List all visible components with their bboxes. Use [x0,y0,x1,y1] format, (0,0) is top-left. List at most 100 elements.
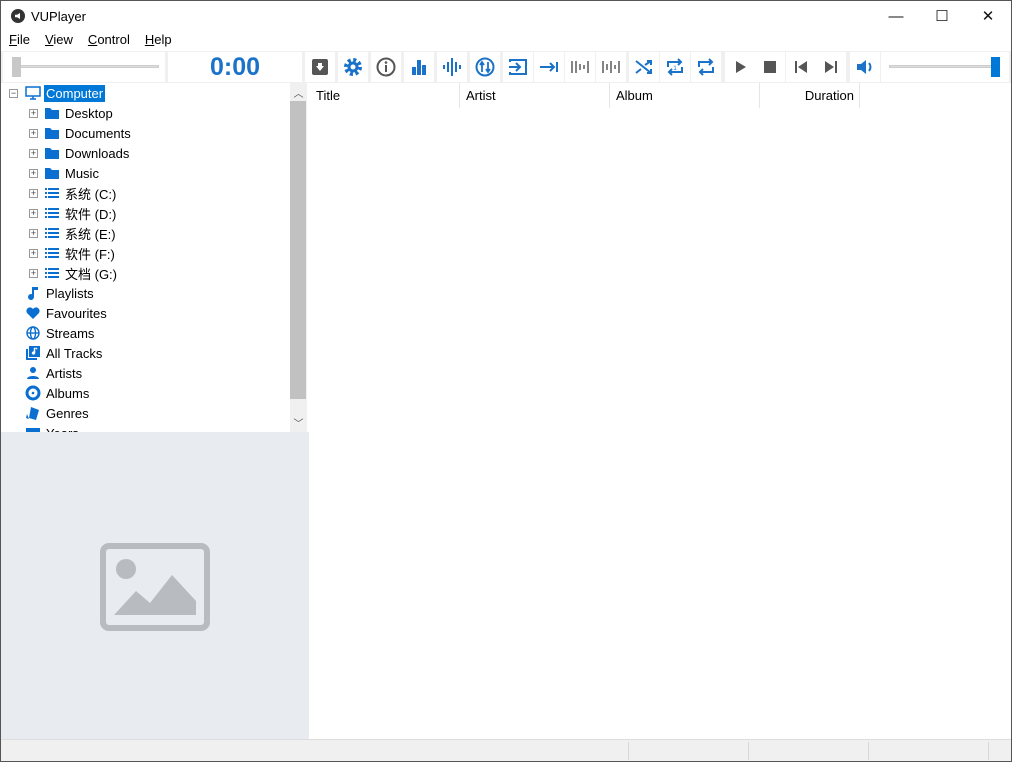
maximize-button[interactable]: ☐ [919,1,965,31]
scroll-up-icon[interactable]: ︿ [290,85,307,100]
expand-icon[interactable]: + [29,268,38,278]
follow-track-button[interactable] [534,52,564,82]
column-header-album[interactable]: Album [610,83,760,108]
tree-item-label: 文档 (G:) [65,266,117,282]
tree-item-playlists[interactable]: Playlists [1,283,291,303]
menu-control[interactable]: Control [80,32,137,51]
tree-scrollbar[interactable]: ︿ ﹀ [290,83,307,432]
output-button[interactable] [503,52,533,82]
seek-thumb[interactable] [12,57,21,77]
tree-item-label: 软件 (F:) [65,246,115,262]
minimize-button[interactable]: — [873,1,919,31]
archive-icon [312,59,328,75]
convert-icon [475,57,495,77]
menu-help[interactable]: Help [137,32,179,51]
repeat-one-button[interactable]: 1 [660,52,690,82]
playlist-view: Title Artist Album Duration [310,83,1011,739]
shuffle-button[interactable] [629,52,659,82]
info-button[interactable] [371,52,401,82]
repeat-all-button[interactable] [691,52,721,82]
tree-item-folder[interactable]: + 系统 (E:) [1,223,291,243]
close-button[interactable]: ✕ [965,1,1011,31]
skip-next-icon [825,61,837,73]
repeat-one-icon: 1 [667,58,683,76]
play-icon [736,61,746,73]
drive-icon [44,185,60,201]
settings-button[interactable] [338,52,368,82]
tree-item-label: Downloads [65,145,130,161]
expand-icon[interactable]: + [29,228,38,238]
expand-icon[interactable]: + [29,148,38,158]
tree-item-favourites[interactable]: Favourites [1,303,291,323]
expand-icon[interactable]: + [29,108,38,118]
status-bar [1,739,1011,761]
column-header-duration[interactable]: Duration [760,83,860,108]
vu-meter-stereo-icon [602,61,620,73]
app-icon [11,9,25,23]
convert-button[interactable] [470,52,500,82]
tree-item-years[interactable]: Years [1,423,291,432]
stop-button[interactable] [755,52,785,82]
scroll-down-icon[interactable]: ﹀ [290,415,307,430]
folder-icon [44,125,60,141]
tree-item-label: Genres [46,405,89,421]
title-bar: VUPlayer — ☐ ✕ [1,1,1011,31]
tree-item-folder[interactable]: + 软件 (F:) [1,243,291,263]
calendar-icon [25,425,41,432]
tree-item-folder[interactable]: + Documents [1,123,291,143]
column-header-artist[interactable]: Artist [460,83,610,108]
tree-item-folder[interactable]: + Music [1,163,291,183]
seek-bar[interactable] [3,52,165,82]
expand-icon[interactable]: + [29,188,38,198]
expand-icon[interactable]: + [29,208,38,218]
menu-file[interactable]: File [1,32,37,51]
tree-item-folder[interactable]: + 系统 (C:) [1,183,291,203]
tree-item-artists[interactable]: Artists [1,363,291,383]
input-icon [509,59,527,75]
tree-item-streams[interactable]: Streams [1,323,291,343]
tree-item-folder[interactable]: + Desktop [1,103,291,123]
skip-previous-icon [795,61,807,73]
collapse-icon[interactable]: − [9,88,18,98]
download-button[interactable] [305,52,335,82]
stop-icon [764,61,776,73]
vu-meter-stereo-button[interactable] [596,52,626,82]
drive-icon [44,245,60,261]
volume-thumb[interactable] [991,57,1000,77]
tree-item-all-tracks[interactable]: All Tracks [1,343,291,363]
waveform-button[interactable] [437,52,467,82]
tree-item-genres[interactable]: Genres [1,403,291,423]
tree-item-folder[interactable]: + Downloads [1,143,291,163]
equalizer-button[interactable] [404,52,434,82]
expand-icon[interactable]: + [29,168,38,178]
heart-icon [25,305,41,321]
expand-icon[interactable]: + [29,248,38,258]
menu-view[interactable]: View [37,32,80,51]
tree-item-computer[interactable]: − Computer [1,83,291,103]
tree-item-albums[interactable]: Albums [1,383,291,403]
disc-icon [25,385,41,401]
folder-icon [44,165,60,181]
column-header-title[interactable]: Title [310,83,460,108]
play-button[interactable] [725,52,755,82]
gear-icon [344,58,362,76]
vu-meter-button[interactable] [565,52,595,82]
tree-item-label: 软件 (D:) [65,206,117,222]
tree-item-label: Documents [65,125,131,141]
expand-icon[interactable]: + [29,128,38,138]
tree-item-label: Favourites [46,305,107,321]
mute-button[interactable] [850,52,880,82]
repeat-icon [698,58,714,76]
tree-item-folder[interactable]: + 文档 (G:) [1,263,291,283]
volume-slider[interactable] [881,52,1009,82]
drive-icon [44,265,60,281]
scrollbar-thumb[interactable] [290,101,306,399]
previous-button[interactable] [786,52,816,82]
tree-item-label: 系统 (C:) [65,186,117,202]
tree-item-label: Computer [44,84,106,102]
tree-item-folder[interactable]: + 软件 (D:) [1,203,291,223]
library-tree: − Computer + Desktop + Documents + Downloads + Mu… [1,83,308,432]
music-note-icon [25,285,41,301]
next-button[interactable] [816,52,846,82]
music-library-icon [25,345,41,361]
